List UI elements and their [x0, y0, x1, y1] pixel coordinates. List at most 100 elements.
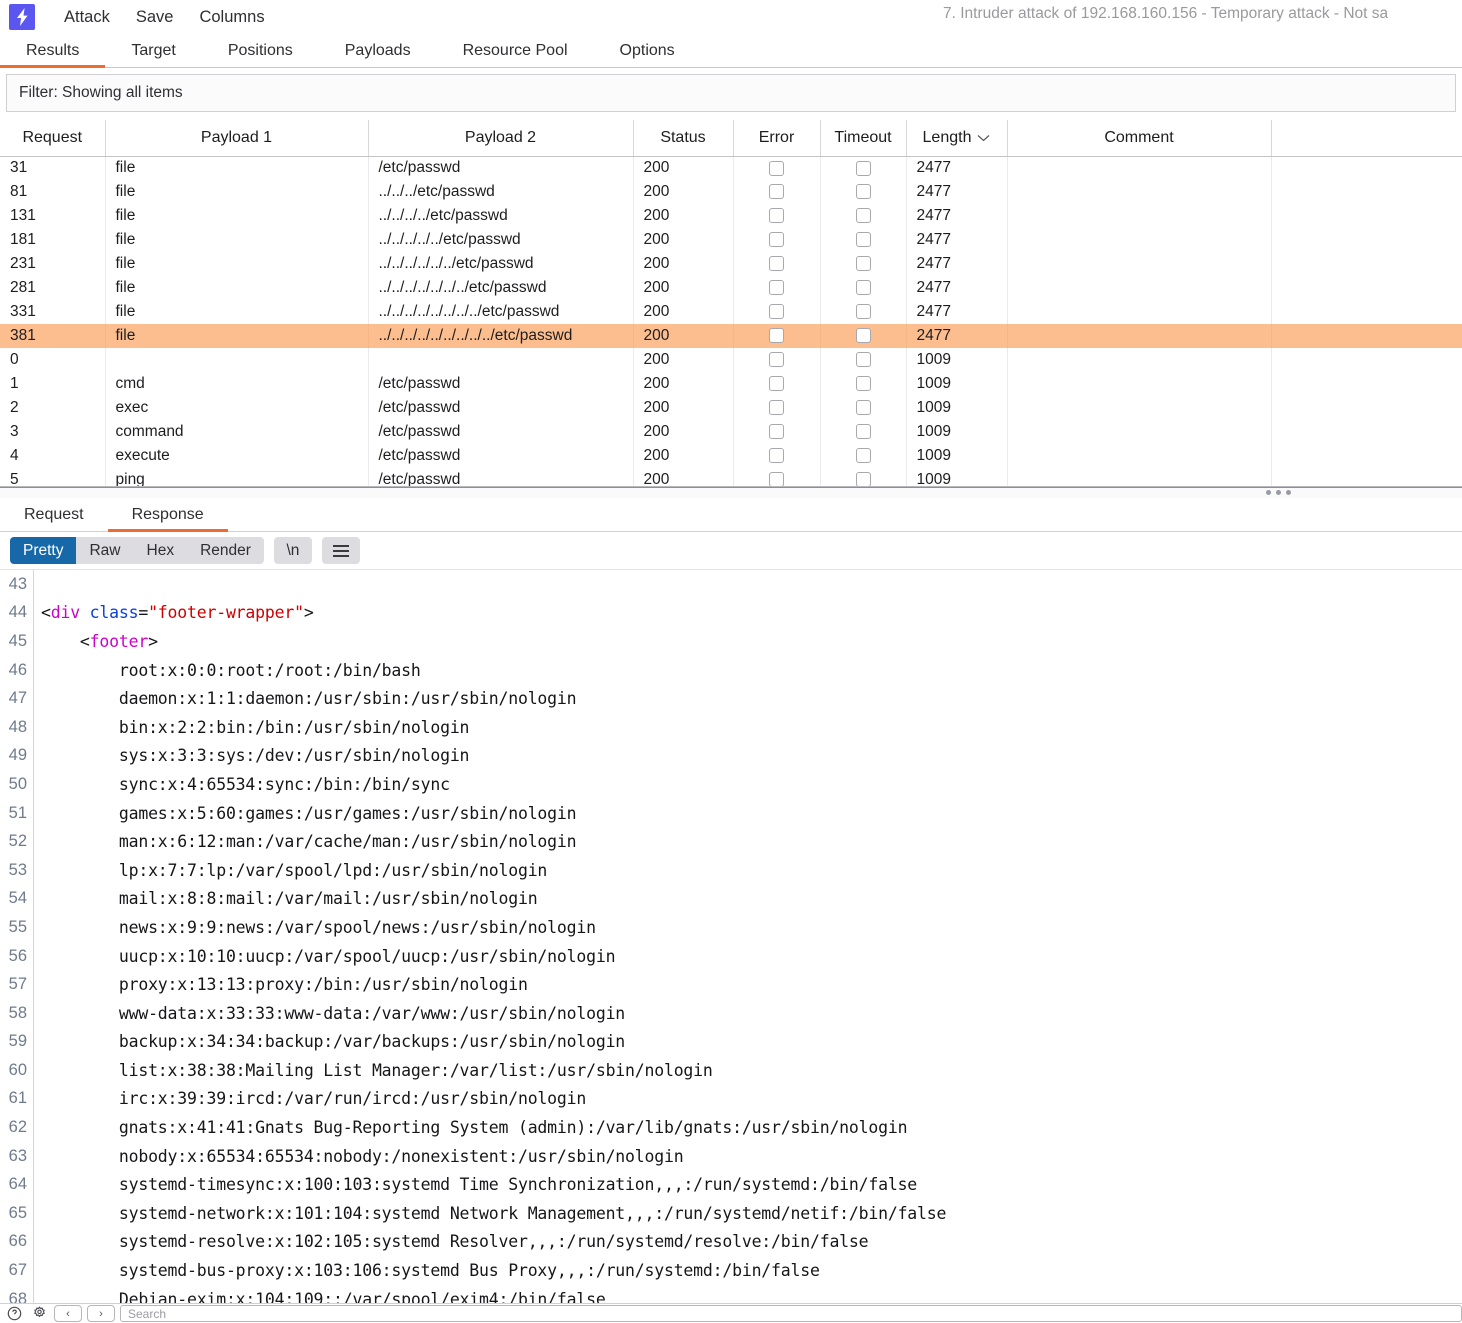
- panel-splitter[interactable]: [0, 487, 1462, 498]
- column-header-payload2[interactable]: Payload 2: [368, 120, 634, 157]
- table-row[interactable]: 281 file ../../../../../../../etc/passwd 20…: [0, 276, 1462, 300]
- cell-timeout: [820, 204, 907, 228]
- timeout-checkbox[interactable]: [855, 376, 871, 392]
- error-checkbox[interactable]: [769, 472, 784, 486]
- search-input[interactable]: Search: [120, 1305, 1462, 1322]
- timeout-checkbox[interactable]: [855, 352, 871, 368]
- cell-timeout: [820, 276, 907, 300]
- timeout-checkbox[interactable]: [855, 400, 871, 416]
- view-mode-hex[interactable]: Hex: [134, 537, 188, 564]
- table-row[interactable]: 31 file/etc/passwd 200 2477: [0, 156, 1462, 180]
- menu-item-save[interactable]: Save: [123, 5, 187, 30]
- timeout-checkbox[interactable]: [855, 304, 871, 320]
- table-row[interactable]: 81 file ../../../etc/passwd 200 2477: [0, 180, 1462, 204]
- table-row[interactable]: 3 command/etc/passwd 200 1009: [0, 420, 1462, 444]
- cell-spacer: [1271, 156, 1462, 180]
- results-table-container[interactable]: Request Payload 1 Payload 2 Status Error…: [0, 120, 1462, 487]
- view-mode-raw[interactable]: Raw: [76, 537, 133, 564]
- table-row[interactable]: 4 execute/etc/passwd 200 1009: [0, 444, 1462, 468]
- error-checkbox[interactable]: [769, 304, 784, 320]
- column-header-comment[interactable]: Comment: [1007, 120, 1272, 157]
- cell-timeout: [820, 156, 907, 180]
- next-button[interactable]: ›: [87, 1305, 115, 1322]
- column-header-payload1[interactable]: Payload 1: [105, 120, 369, 157]
- code-text: systemd-network:x:101:104:systemd Networ…: [41, 1203, 947, 1223]
- show-newlines-button[interactable]: \n: [273, 537, 312, 564]
- menu-item-attack[interactable]: Attack: [51, 5, 123, 30]
- hamburger-menu-icon[interactable]: [321, 537, 360, 564]
- timeout-checkbox[interactable]: [855, 208, 871, 224]
- filter-bar[interactable]: Filter: Showing all items: [6, 74, 1456, 112]
- cell-payload1: command: [105, 420, 369, 444]
- error-checkbox[interactable]: [769, 448, 784, 464]
- tab-results[interactable]: Results: [0, 34, 106, 68]
- view-mode-pretty[interactable]: Pretty: [10, 537, 77, 564]
- response-viewer[interactable]: 43 44 <div class="footer-wrapper"> 45 <foot…: [0, 570, 1462, 1312]
- timeout-checkbox[interactable]: [855, 448, 871, 464]
- error-checkbox[interactable]: [769, 160, 784, 176]
- error-checkbox[interactable]: [769, 400, 784, 416]
- cell-request: 31: [0, 156, 106, 180]
- error-checkbox[interactable]: [769, 280, 784, 296]
- timeout-checkbox[interactable]: [855, 184, 871, 200]
- cell-request: 381: [0, 324, 106, 348]
- timeout-checkbox[interactable]: [855, 256, 871, 272]
- table-row[interactable]: 181 file ../../../../../etc/passwd 200 2477: [0, 228, 1462, 252]
- tab-resource-pool[interactable]: Resource Pool: [437, 34, 594, 67]
- code-line: 53 lp:x:7:7:lp:/var/spool/lpd:/usr/sbin/…: [0, 856, 1462, 885]
- cell-comment: [1007, 348, 1272, 372]
- cell-length: 2477: [906, 252, 1008, 276]
- cell-length: 2477: [906, 228, 1008, 252]
- cell-status: 200: [633, 228, 734, 252]
- cell-spacer: [1271, 276, 1462, 300]
- table-row[interactable]: 381 file ../../../../../../../../../etc/pa…: [0, 324, 1462, 348]
- tab-request[interactable]: Request: [0, 498, 108, 531]
- column-header-length[interactable]: Length: [906, 120, 1008, 157]
- cell-spacer: [1271, 180, 1462, 204]
- code-text: news:x:9:9:news:/var/spool/news:/usr/sbi…: [41, 917, 596, 937]
- previous-button[interactable]: ‹: [54, 1305, 82, 1322]
- timeout-checkbox[interactable]: [855, 232, 871, 248]
- cell-timeout: [820, 444, 907, 468]
- table-row[interactable]: 2 exec/etc/passwd 200 1009: [0, 396, 1462, 420]
- cell-spacer: [1271, 468, 1462, 486]
- code-text: uucp:x:10:10:uucp:/var/spool/uucp:/usr/s…: [41, 946, 616, 966]
- timeout-checkbox[interactable]: [855, 424, 871, 440]
- table-row[interactable]: 0 200 1009: [0, 348, 1462, 372]
- column-header-error[interactable]: Error: [733, 120, 821, 157]
- error-checkbox[interactable]: [769, 232, 784, 248]
- error-checkbox[interactable]: [769, 352, 784, 368]
- table-row[interactable]: 131 file ../../../../etc/passwd 200 2477: [0, 204, 1462, 228]
- code-line: 63 nobody:x:65534:65534:nobody:/nonexist…: [0, 1142, 1462, 1171]
- gear-icon[interactable]: [29, 1305, 49, 1323]
- table-row[interactable]: 231 file ../../../../../../etc/passwd 200 24…: [0, 252, 1462, 276]
- table-row[interactable]: 1 cmd/etc/passwd 200 1009: [0, 372, 1462, 396]
- timeout-checkbox[interactable]: [855, 472, 871, 486]
- cell-comment: [1007, 420, 1272, 444]
- tab-options[interactable]: Options: [594, 34, 701, 67]
- tab-response[interactable]: Response: [107, 498, 228, 532]
- column-header-request[interactable]: Request: [0, 120, 106, 157]
- tab-target[interactable]: Target: [105, 34, 201, 67]
- timeout-checkbox[interactable]: [855, 280, 871, 296]
- table-row[interactable]: 5 ping/etc/passwd 200 1009: [0, 468, 1462, 486]
- error-checkbox[interactable]: [769, 184, 784, 200]
- view-mode-render[interactable]: Render: [187, 537, 264, 564]
- table-row[interactable]: 331 file ../../../../../../../../etc/passw…: [0, 300, 1462, 324]
- tab-payloads[interactable]: Payloads: [319, 34, 437, 67]
- error-checkbox[interactable]: [769, 208, 784, 224]
- timeout-checkbox[interactable]: [855, 328, 871, 344]
- cell-length: 2477: [906, 204, 1008, 228]
- error-checkbox[interactable]: [769, 376, 784, 392]
- column-header-status[interactable]: Status: [633, 120, 734, 157]
- error-checkbox[interactable]: [769, 328, 784, 344]
- error-checkbox[interactable]: [769, 424, 784, 440]
- code-line: 65 systemd-network:x:101:104:systemd Net…: [0, 1199, 1462, 1228]
- drag-handle-dots-icon[interactable]: [1266, 490, 1291, 495]
- menu-item-columns[interactable]: Columns: [186, 5, 277, 30]
- timeout-checkbox[interactable]: [855, 160, 871, 176]
- error-checkbox[interactable]: [769, 256, 784, 272]
- column-header-timeout[interactable]: Timeout: [820, 120, 907, 157]
- help-circle-icon[interactable]: [4, 1305, 24, 1323]
- tab-positions[interactable]: Positions: [202, 34, 319, 67]
